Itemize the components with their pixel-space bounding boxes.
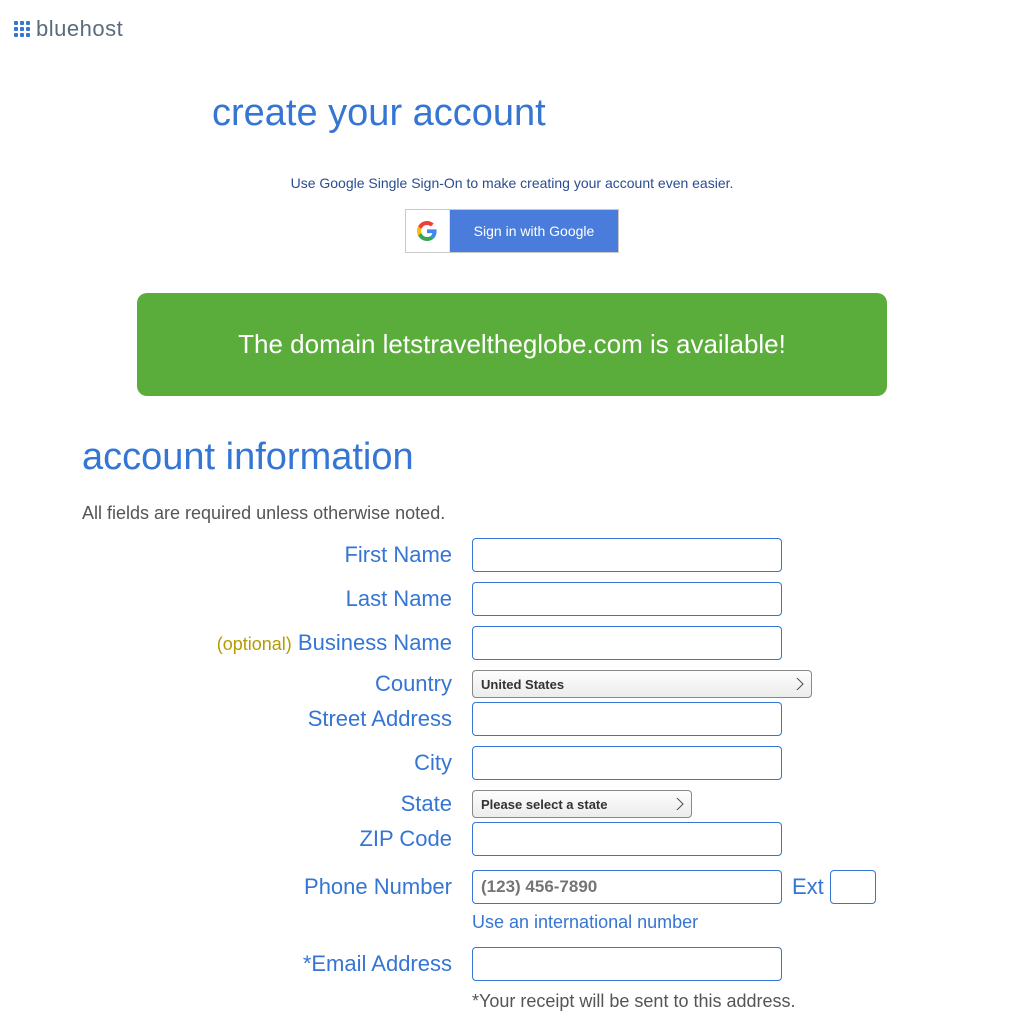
phone-label: Phone Number: [212, 874, 472, 900]
state-select[interactable]: Please select a state: [472, 790, 692, 818]
business-name-label-text: Business Name: [298, 630, 452, 655]
sso-prompt: Use Google Single Sign-On to make creati…: [82, 175, 942, 191]
first-name-input[interactable]: [472, 538, 782, 572]
section-title: account information: [82, 436, 942, 479]
email-label: *Email Address: [212, 951, 472, 977]
section-note: All fields are required unless otherwise…: [82, 503, 942, 524]
google-icon: [406, 210, 450, 252]
street-address-input[interactable]: [472, 702, 782, 736]
ext-label: Ext: [792, 874, 824, 900]
intl-number-link[interactable]: Use an international number: [472, 912, 698, 933]
page-title: create your account: [212, 92, 942, 135]
google-signin-button[interactable]: Sign in with Google: [405, 209, 620, 253]
last-name-label: Last Name: [212, 586, 472, 612]
last-name-input[interactable]: [472, 582, 782, 616]
city-label: City: [212, 750, 472, 776]
domain-available-banner: The domain letstraveltheglobe.com is ava…: [137, 293, 887, 396]
brand-logo: bluehost: [0, 0, 1024, 52]
business-name-label: (optional) Business Name: [212, 630, 472, 656]
state-label: State: [212, 791, 472, 817]
street-address-label: Street Address: [212, 706, 472, 732]
brand-name: bluehost: [36, 16, 123, 42]
first-name-label: First Name: [212, 542, 472, 568]
phone-input[interactable]: [472, 870, 782, 904]
country-select[interactable]: United States: [472, 670, 812, 698]
zip-input[interactable]: [472, 822, 782, 856]
business-name-input[interactable]: [472, 626, 782, 660]
receipt-note: *Your receipt will be sent to this addre…: [472, 991, 942, 1012]
zip-label: ZIP Code: [212, 826, 472, 852]
ext-input[interactable]: [830, 870, 876, 904]
google-signin-label: Sign in with Google: [450, 210, 619, 252]
email-input[interactable]: [472, 947, 782, 981]
country-label: Country: [212, 671, 472, 697]
city-input[interactable]: [472, 746, 782, 780]
grid-icon: [14, 21, 30, 37]
optional-tag: (optional): [217, 634, 292, 654]
